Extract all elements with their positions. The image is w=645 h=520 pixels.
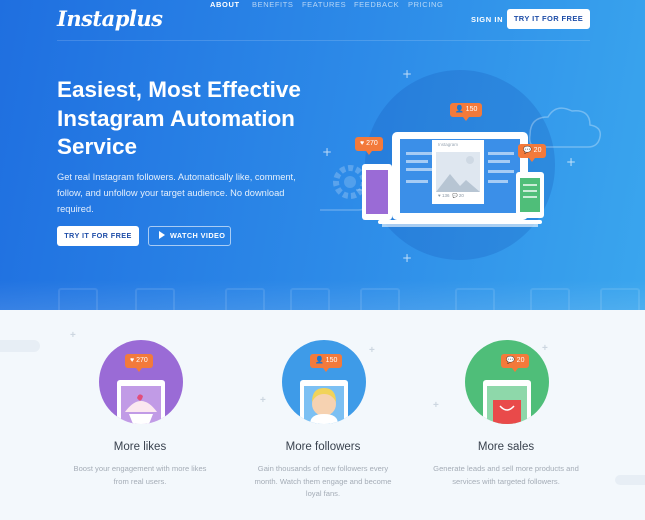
feature-title: More followers [285, 441, 361, 453]
plus-decoration: + [433, 400, 439, 411]
post-likes: 136 [441, 193, 450, 198]
nav-feedback[interactable]: FEEDBACK [354, 0, 399, 9]
sales-feature-badge: 💬 20 [501, 354, 530, 372]
followers-circle [282, 340, 366, 424]
hero-illustration: + + + + ♥ 270 👤 150 💬 20 Instagram ♥ 136… [318, 60, 620, 270]
hero-wave [0, 280, 645, 310]
try-free-nav-button[interactable]: TRY IT FOR FREE [507, 9, 590, 29]
feature-description: Gain thousands of new followers every mo… [254, 464, 392, 498]
nav-pricing[interactable]: PRICING [408, 0, 443, 9]
feature-title: More sales [477, 441, 535, 453]
likes-badge: ♥ 270 [355, 137, 383, 155]
likes-feature-badge: ♥ 270 [125, 354, 153, 372]
nav-about[interactable]: ABOUT [210, 0, 240, 9]
hero-section: Instaplus ABOUT BENEFITS FEATURES FEEDBA… [0, 0, 645, 310]
post-stats: ♥ 136 💬 20 [438, 193, 464, 198]
plus-decoration: + [260, 395, 266, 406]
sales-circle [465, 340, 549, 424]
nav-divider [57, 40, 590, 41]
likes-badge-count: 270 [366, 140, 378, 147]
feature-description: Boost your engagement with more likes fr… [73, 464, 207, 486]
nav-features[interactable]: FEATURES [302, 0, 346, 9]
svg-text:+: + [322, 145, 332, 159]
ice-cream-icon [117, 380, 165, 424]
try-free-hero-button[interactable]: TRY IT FOR FREE [57, 226, 139, 246]
likes-circle [99, 340, 183, 424]
devices-illustration: + + + + [318, 67, 602, 265]
logo[interactable]: Instaplus [57, 6, 163, 31]
avatar-icon [300, 380, 348, 424]
post-label: Instagram [438, 142, 459, 147]
followers-feature-badge-count: 150 [325, 357, 338, 364]
plus-decoration: + [542, 343, 548, 354]
feature-description: Generate leads and sell more products an… [433, 464, 579, 486]
plus-decoration: + [369, 345, 375, 356]
comments-badge: 💬 20 [518, 144, 547, 162]
sales-feature-badge-count: 20 [516, 357, 525, 364]
hero-headline: Easiest, Most Effective Instagram Automa… [57, 77, 301, 159]
likes-feature-badge-count: 270 [136, 357, 148, 364]
play-icon [159, 231, 165, 239]
sign-in-link[interactable]: SIGN IN [471, 15, 503, 24]
comments-badge-count: 20 [533, 147, 542, 154]
svg-text:+: + [402, 251, 412, 265]
watch-video-button[interactable]: WATCH VIDEO [148, 226, 231, 246]
plus-decoration: + [70, 330, 76, 341]
watch-video-label: WATCH VIDEO [170, 231, 226, 240]
cloud-decoration [0, 340, 40, 352]
svg-text:+: + [402, 67, 412, 81]
svg-text:+: + [566, 155, 576, 169]
post-comments: 20 [458, 193, 464, 198]
cloud-decoration [615, 475, 645, 485]
hero-subtext: Get real Instagram followers. Automatica… [57, 172, 296, 214]
feature-title: More likes [113, 441, 167, 453]
nav-benefits[interactable]: BENEFITS [252, 0, 293, 9]
followers-feature-badge: 👤 150 [310, 354, 343, 372]
shopping-bag-icon [483, 380, 531, 424]
followers-badge: 👤 150 [450, 103, 483, 121]
followers-badge-count: 150 [465, 106, 478, 113]
